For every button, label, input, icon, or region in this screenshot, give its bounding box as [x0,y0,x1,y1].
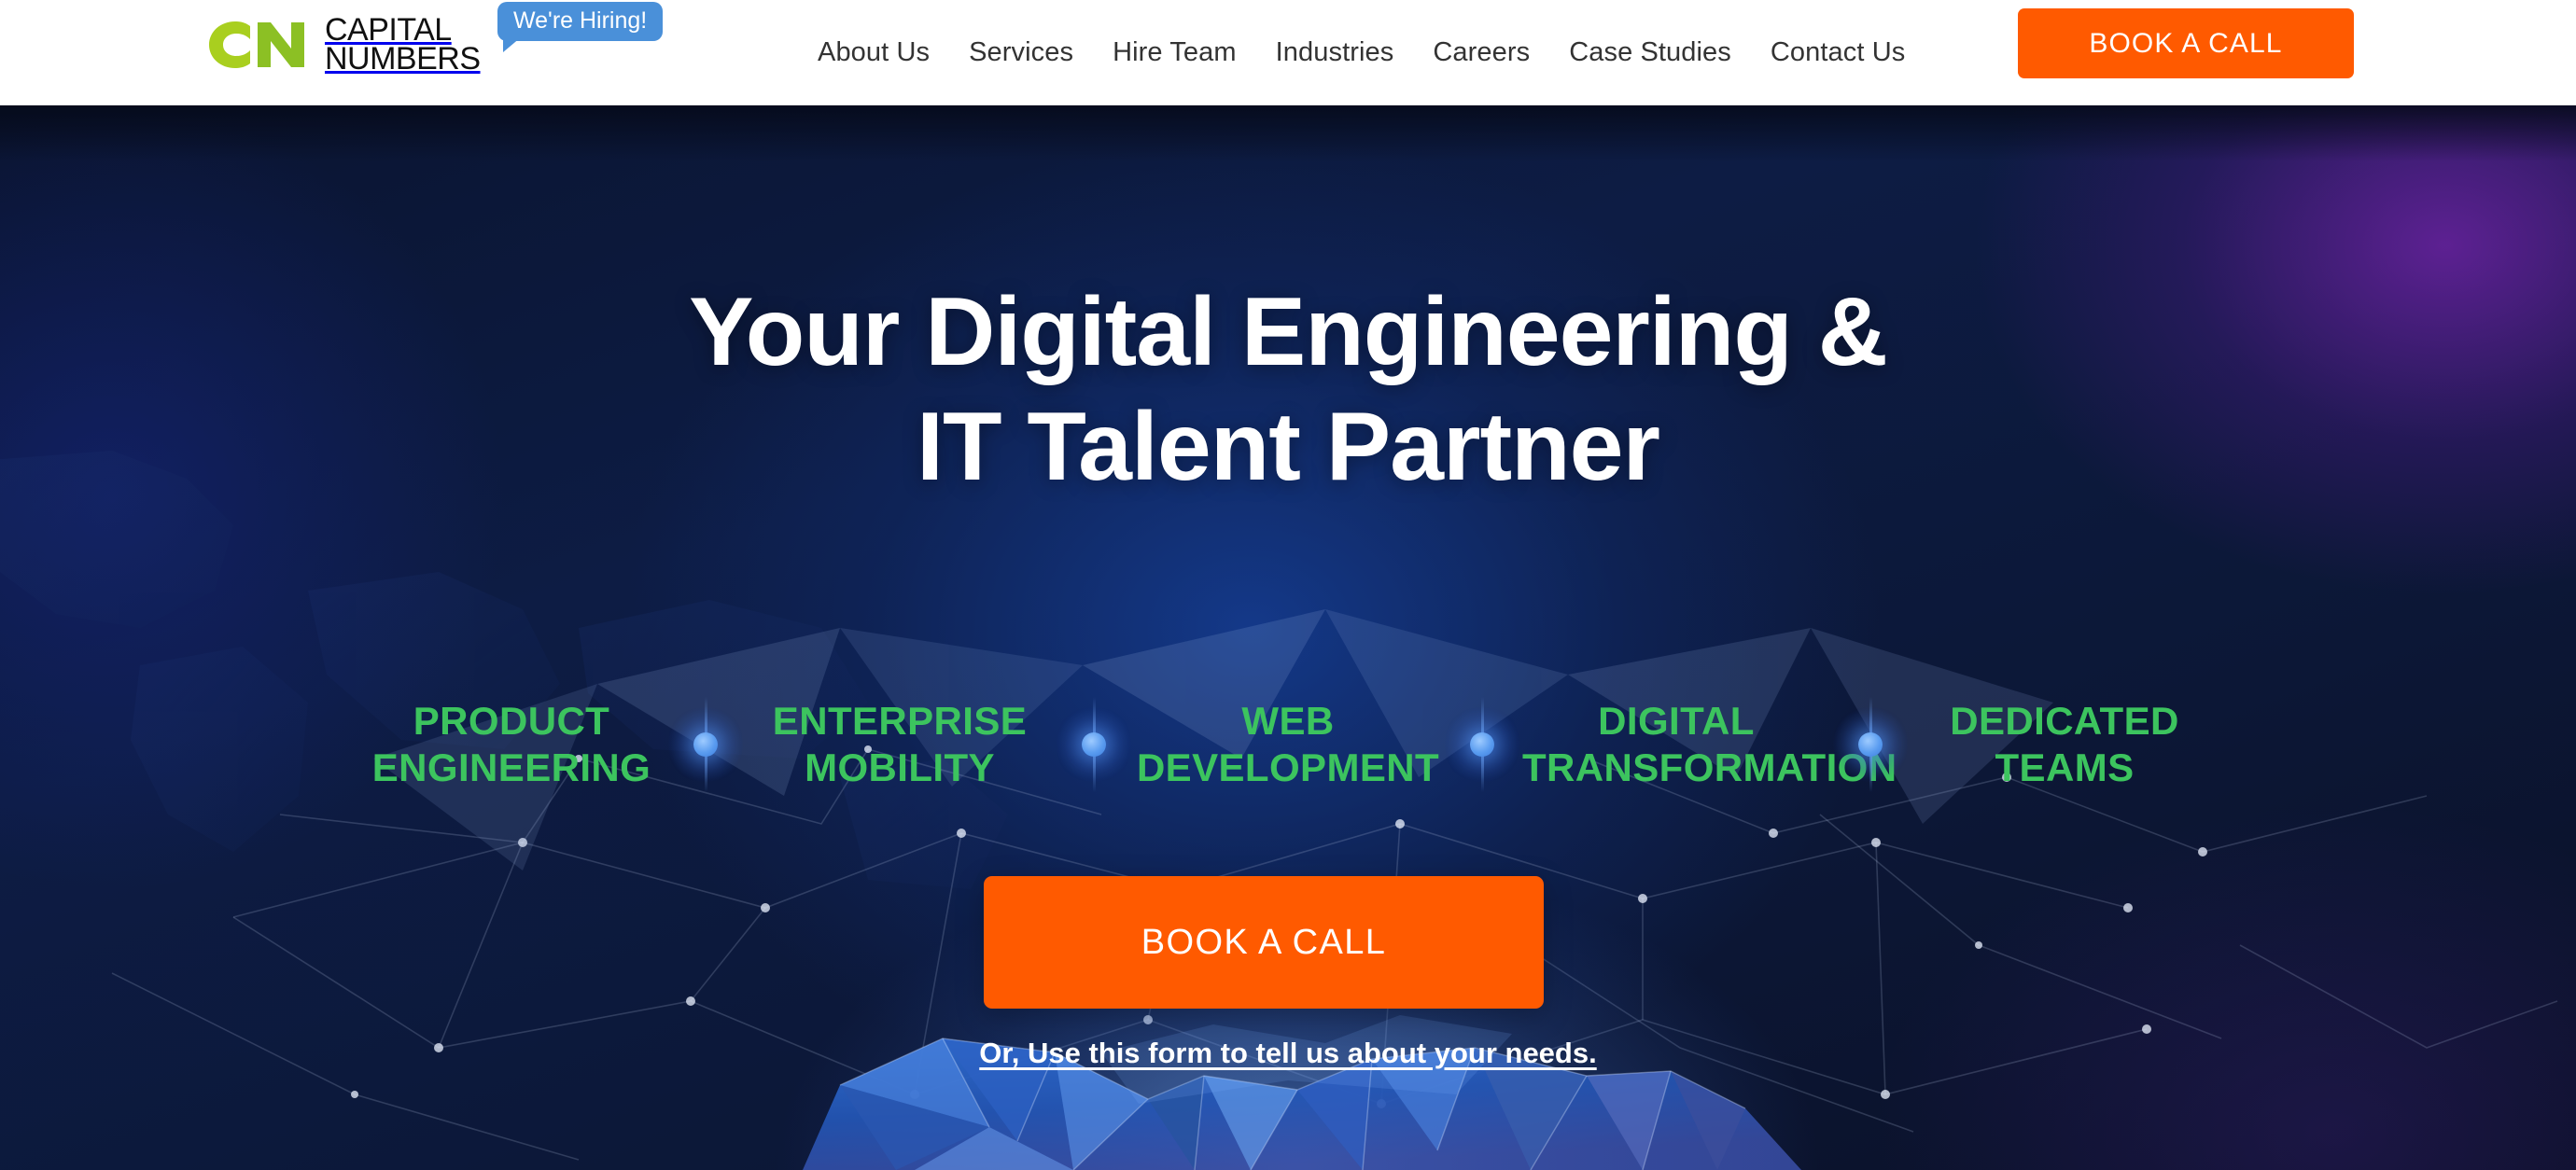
hero-headline-line1: Your Digital Engineering & [689,278,1888,386]
nav-item-about-us[interactable]: About Us [798,37,949,68]
service-label-line1: DEDICATED [1950,698,2179,743]
service-separator-dot-icon [1442,693,1522,796]
cn-monogram-icon [209,21,304,68]
service-separator-dot-icon [665,693,746,796]
nav-item-careers[interactable]: Careers [1413,37,1549,68]
hero-form-link-wrap: Or, Use this form to tell us about your … [0,1037,2576,1070]
hero-content: Your Digital Engineering & IT Talent Par… [0,105,2576,1170]
hero-contact-form-link[interactable]: Or, Use this form to tell us about your … [979,1037,1596,1069]
nav-item-contact-us[interactable]: Contact Us [1751,37,1925,68]
service-label-line2: MOBILITY [805,745,995,789]
logo-word-line2: NUMBERS [325,41,481,77]
hero-headline: Your Digital Engineering & IT Talent Par… [0,275,2576,504]
site-header: CAPITAL NUMBERS We're Hiring! About Us S… [0,0,2576,105]
service-item-product-engineering[interactable]: PRODUCT ENGINEERING [357,698,665,792]
service-item-digital-transformation[interactable]: DIGITAL TRANSFORMATION [1522,698,1897,792]
nav-item-case-studies[interactable]: Case Studies [1549,37,1751,68]
service-item-enterprise-mobility[interactable]: ENTERPRISE MOBILITY [746,698,1054,792]
hero-headline-line2: IT Talent Partner [917,392,1660,501]
service-label-line1: DIGITAL [1598,698,1755,743]
service-highlights: PRODUCT ENGINEERING ENTERPRISE MOBILITY … [0,693,2576,796]
nav-item-industries[interactable]: Industries [1256,37,1414,68]
separator-core-icon [1858,732,1883,757]
service-label-line1: PRODUCT [413,698,610,743]
service-separator-dot-icon [1830,693,1911,796]
hero-section: Your Digital Engineering & IT Talent Par… [0,105,2576,1170]
hero-book-a-call-button[interactable]: BOOK A CALL [984,876,1544,1009]
service-label-line1: WEB [1241,698,1335,743]
logo-capital-numbers[interactable]: CAPITAL NUMBERS [198,12,481,77]
hiring-badge[interactable]: We're Hiring! [497,2,664,53]
separator-core-icon [693,732,718,757]
nav-item-services[interactable]: Services [949,37,1093,68]
service-label-line2: ENGINEERING [371,745,651,789]
service-label-line1: ENTERPRISE [772,698,1028,743]
header-book-a-call-button[interactable]: BOOK A CALL [2018,8,2354,78]
separator-core-icon [1082,732,1106,757]
service-separator-dot-icon [1054,693,1134,796]
separator-core-icon [1470,732,1494,757]
service-label-line2: TRANSFORMATION [1522,745,1897,789]
service-label-line2: DEVELOPMENT [1136,745,1440,789]
service-label-line2: TEAMS [1995,745,2135,789]
service-item-dedicated-teams[interactable]: DEDICATED TEAMS [1911,698,2219,792]
nav-item-hire-team[interactable]: Hire Team [1093,37,1256,68]
logo-wordmark: CAPITAL NUMBERS [325,14,481,77]
service-item-web-development[interactable]: WEB DEVELOPMENT [1134,698,1442,792]
main-navigation: About Us Services Hire Team Industries C… [798,0,1925,105]
